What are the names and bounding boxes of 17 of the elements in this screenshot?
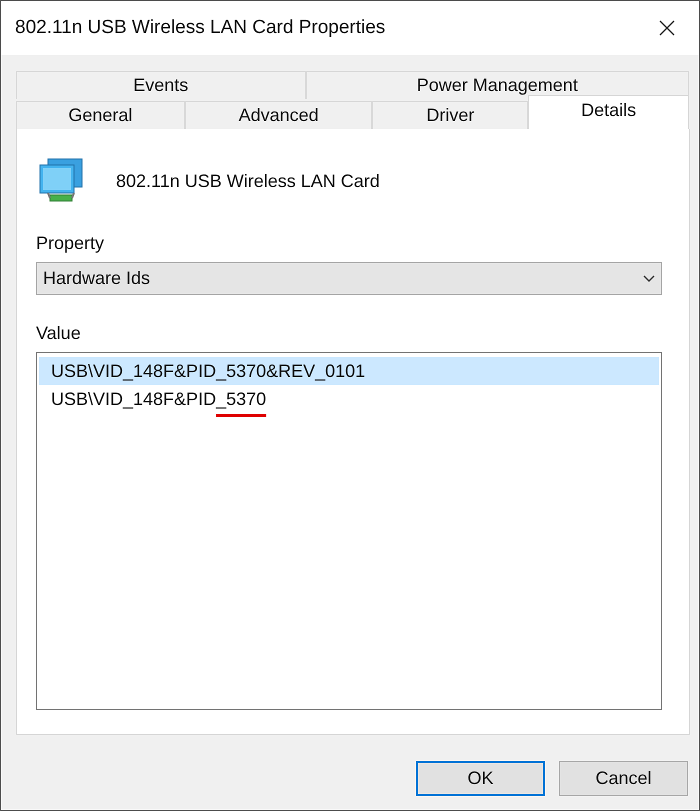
ok-button[interactable]: OK bbox=[416, 761, 545, 796]
tab[interactable]: Advanced bbox=[184, 101, 372, 129]
value-label: Value bbox=[36, 323, 82, 344]
tab[interactable]: Power Management bbox=[306, 71, 689, 99]
cancel-button[interactable]: Cancel bbox=[559, 761, 688, 796]
device-name: 802.11n USB Wireless LAN Card bbox=[116, 170, 380, 192]
close-icon[interactable] bbox=[659, 20, 675, 36]
tab[interactable]: General bbox=[16, 101, 185, 129]
property-label: Property bbox=[36, 233, 106, 254]
tab[interactable]: Events bbox=[16, 71, 306, 99]
chevron-down-icon bbox=[643, 274, 655, 282]
tab[interactable]: Details bbox=[528, 95, 689, 129]
tab[interactable]: Driver bbox=[372, 101, 528, 129]
window-title: 802.11n USB Wireless LAN Card Properties bbox=[15, 17, 386, 39]
list-item[interactable]: USB\VID_148F&PID_5370 bbox=[39, 385, 659, 413]
property-dropdown[interactable]: Hardware Ids bbox=[36, 262, 662, 295]
list-item[interactable]: USB\VID_148F&PID_5370&REV_0101 bbox=[39, 357, 659, 385]
